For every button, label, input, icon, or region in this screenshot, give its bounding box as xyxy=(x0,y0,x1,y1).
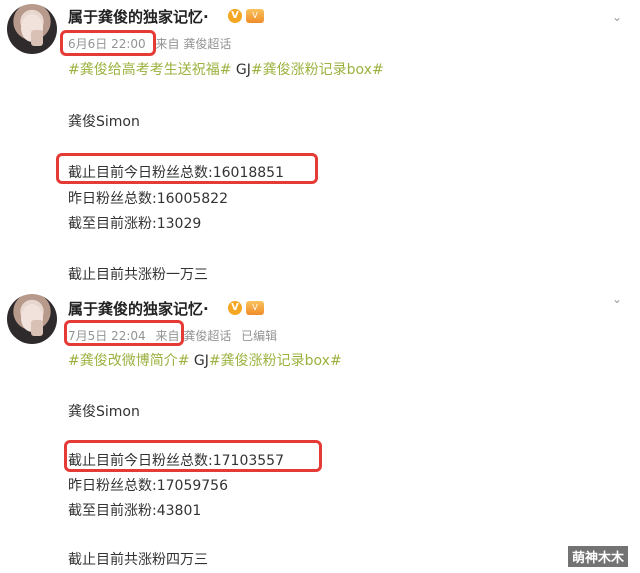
topic-tag[interactable]: #龚俊给高考考生送祝福# xyxy=(68,62,231,78)
topic-tags: #龚俊给高考考生送祝福# GJ#龚俊涨粉记录box# xyxy=(68,59,384,79)
chevron-down-icon[interactable]: ⌄ xyxy=(612,293,622,305)
watermark: 萌神木木 xyxy=(567,546,628,567)
vip-badge-icon: V xyxy=(246,301,264,315)
yesterday-fans-line: 昨日粉丝总数:16005822 xyxy=(68,191,228,207)
gain-line: 截至目前涨粉:43801 xyxy=(68,503,202,519)
tag-separator-text: GJ xyxy=(189,353,209,369)
verified-v-icon: V xyxy=(228,301,242,315)
yesterday-fans-line: 昨日粉丝总数:17059756 xyxy=(68,478,228,494)
weibo-post-1: 属于龚俊的独家记忆· V V ⌄ 6月6日 22:00 来自 龚俊超话 #龚俊给… xyxy=(0,0,640,290)
weibo-post-2: 属于龚俊的独家记忆· V V ⌄ 7月5日 22:04 来自 龚俊超话 已编辑 … xyxy=(0,290,640,573)
username[interactable]: 属于龚俊的独家记忆· xyxy=(68,6,209,27)
topic-tag[interactable]: #龚俊涨粉记录box# xyxy=(251,62,384,78)
username[interactable]: 属于龚俊的独家记忆· xyxy=(68,298,209,319)
highlight-box-fans xyxy=(56,153,318,184)
vip-badge-icon: V xyxy=(246,9,264,23)
post-source[interactable]: 来自 龚俊超话 xyxy=(156,37,232,51)
avatar[interactable] xyxy=(7,294,57,344)
name-line: 龚俊Simon xyxy=(68,404,140,420)
post-edited: 已编辑 xyxy=(241,329,278,343)
total-gain-line: 截止目前共涨粉一万三 xyxy=(68,267,208,283)
name-line: 龚俊Simon xyxy=(68,114,140,130)
topic-tag[interactable]: #龚俊改微博简介# xyxy=(68,353,189,369)
total-gain-line: 截止目前共涨粉四万三 xyxy=(68,552,208,568)
highlight-box-time xyxy=(60,30,156,56)
gain-line: 截至目前涨粉:13029 xyxy=(68,216,202,232)
highlight-box-time xyxy=(64,320,184,346)
verified-v-icon: V xyxy=(228,9,242,23)
highlight-box-fans xyxy=(64,440,322,472)
topic-tags: #龚俊改微博简介# GJ#龚俊涨粉记录box# xyxy=(68,350,342,370)
tag-separator-text: GJ xyxy=(231,62,251,78)
topic-tag[interactable]: #龚俊涨粉记录box# xyxy=(209,353,342,369)
avatar[interactable] xyxy=(7,4,57,54)
chevron-down-icon[interactable]: ⌄ xyxy=(612,11,622,23)
